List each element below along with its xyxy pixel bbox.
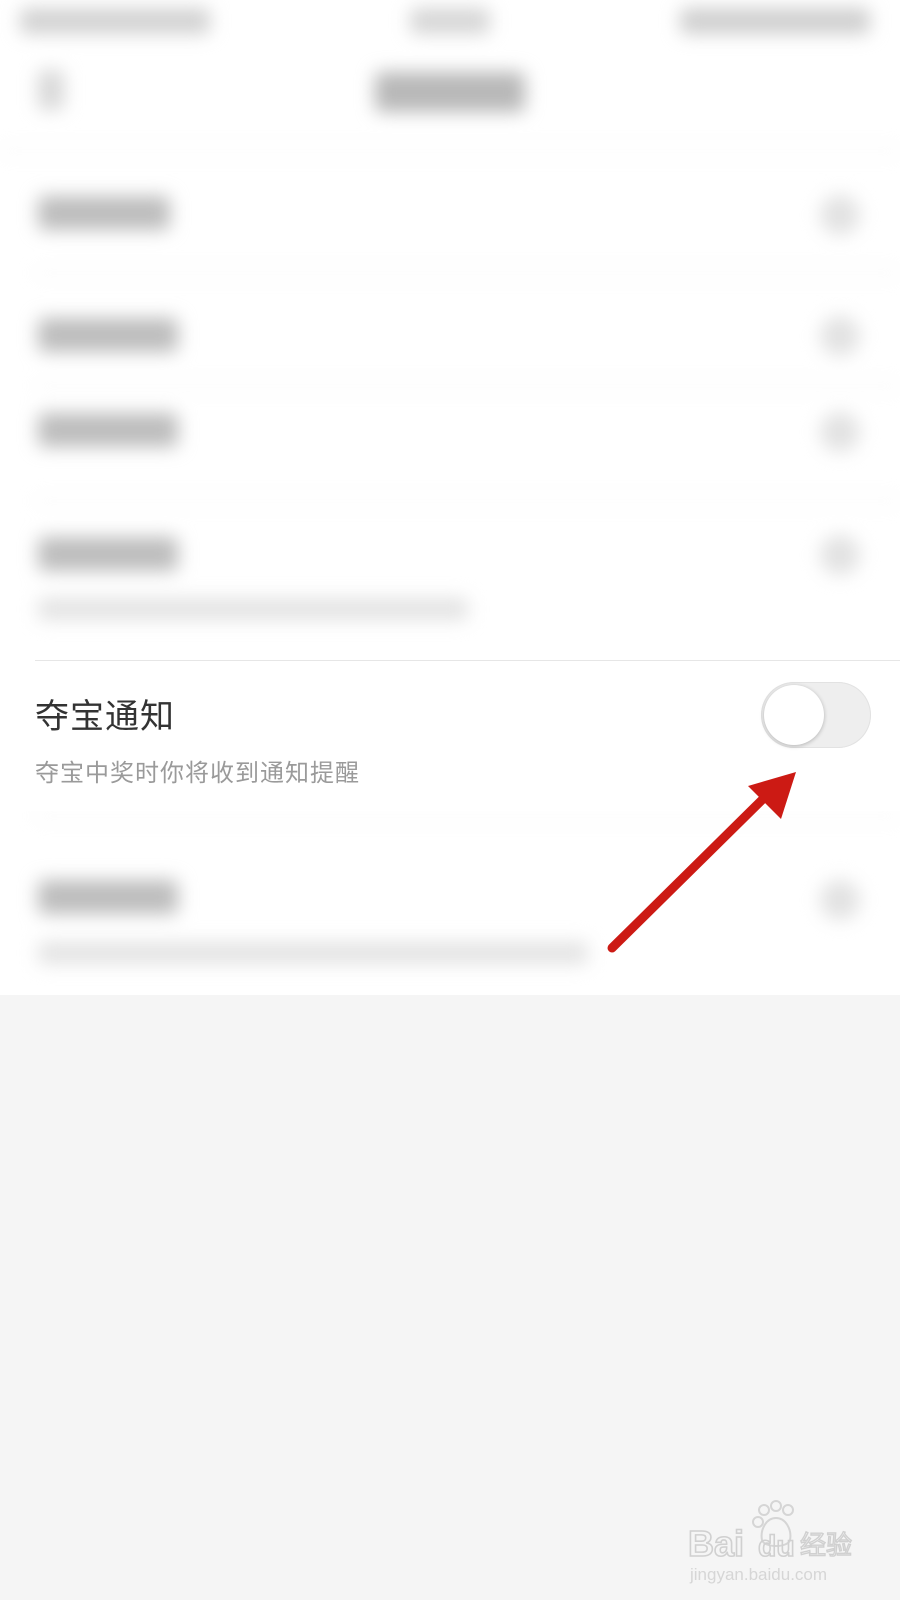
blurred-row-6	[38, 880, 178, 914]
blurred-settings-content	[0, 0, 900, 995]
blurred-row-4-arrow	[820, 535, 860, 575]
svg-text:经验: 经验	[800, 1531, 852, 1561]
blurred-row-3	[38, 413, 178, 447]
row-subtitle: 夺宝中奖时你将收到通知提醒	[35, 759, 360, 787]
blurred-divider-5	[35, 815, 900, 817]
settings-list-background	[0, 0, 900, 995]
treasure-notification-row: 夺宝通知 夺宝中奖时你将收到通知提醒	[0, 661, 900, 811]
blurred-row-4-sub	[38, 598, 468, 620]
baidu-jingyan-watermark-icon: Bai du 经验 jingyan.baidu.com	[688, 1500, 853, 1584]
toggle-knob	[764, 685, 824, 745]
svg-text:Bai: Bai	[688, 1523, 744, 1564]
blurred-divider-1	[35, 272, 900, 274]
blurred-row-6-sub	[38, 942, 588, 964]
row-title: 夺宝通知	[35, 697, 175, 737]
blurred-row-4	[38, 537, 178, 571]
svg-text:jingyan.baidu.com: jingyan.baidu.com	[689, 1565, 827, 1584]
blurred-status-center	[410, 8, 490, 34]
blurred-back-icon	[38, 70, 64, 110]
blurred-divider-2	[35, 385, 900, 387]
blurred-row-1	[38, 196, 170, 230]
blurred-nav-divider	[0, 150, 900, 152]
blurred-divider-3	[35, 500, 900, 502]
blurred-row-2-arrow	[820, 316, 860, 356]
svg-text:du: du	[758, 1530, 795, 1563]
blurred-row-3-arrow	[820, 412, 860, 452]
blurred-status-right	[680, 8, 870, 34]
blurred-row-2	[38, 318, 178, 352]
blurred-status-left	[20, 8, 210, 34]
blurred-nav-title	[375, 72, 525, 112]
blurred-row-6-arrow	[820, 880, 860, 920]
blurred-row-1-arrow	[820, 195, 860, 235]
notification-toggle[interactable]	[761, 682, 871, 748]
